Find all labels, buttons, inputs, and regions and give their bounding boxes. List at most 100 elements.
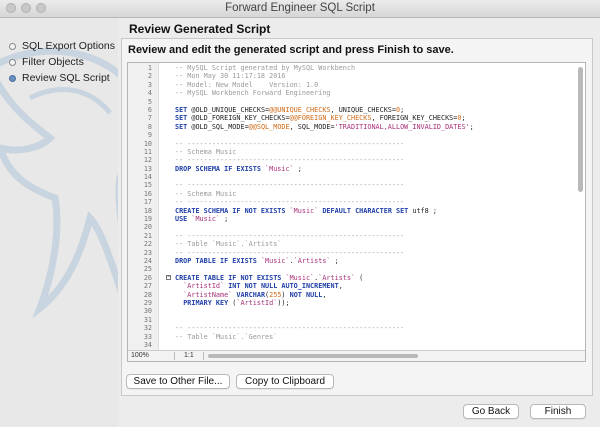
- sql-keyword: SET: [175, 105, 188, 114]
- code-line[interactable]: 26 − CREATE TABLE IF NOT EXISTS `Music`.`A…: [128, 274, 583, 282]
- line-number: 24: [143, 256, 152, 265]
- code-line[interactable]: 28 `ArtistName` VARCHAR(255) NOT NULL,: [128, 291, 583, 299]
- save-to-other-file-button[interactable]: Save to Other File...: [126, 374, 230, 389]
- sql-identifier: `Music`: [289, 206, 319, 215]
- line-code: -- Table `Music`.`Artists`: [175, 240, 281, 248]
- code-line[interactable]: 6 SET @OLD_UNIQUE_CHECKS=@@UNIQUE_CHECKS,…: [128, 106, 583, 114]
- sql-identifier: `Music`: [285, 273, 315, 282]
- line-number: 21: [143, 231, 152, 240]
- code-line[interactable]: 32 -- -----------------------------------…: [128, 324, 583, 332]
- sql-text: utf8 ;: [408, 206, 437, 215]
- line-number: 20: [143, 223, 152, 232]
- code-line[interactable]: 9: [128, 131, 583, 139]
- code-line[interactable]: 14: [128, 173, 583, 181]
- line-code: -- Mon May 30 11:17:18 2016: [175, 72, 286, 80]
- code-line[interactable]: 3 -- Model: New Model Version: 1.0: [128, 81, 583, 89]
- sql-comment: -- Table `Music`.`Genres`: [175, 332, 278, 341]
- code-line[interactable]: 8 SET @OLD_SQL_MODE=@@SQL_MODE, SQL_MODE=…: [128, 123, 583, 131]
- sql-identifier: `Music`: [260, 256, 290, 265]
- code-line[interactable]: 25: [128, 265, 583, 273]
- line-code: CREATE SCHEMA IF NOT EXISTS `Music` DEFA…: [175, 207, 437, 215]
- vertical-scrollbar[interactable]: [577, 65, 584, 351]
- copy-to-clipboard-button[interactable]: Copy to Clipboard: [236, 374, 334, 389]
- sql-keyword: PRIMARY KEY: [183, 298, 229, 307]
- code-line[interactable]: 17 -- -----------------------------------…: [128, 198, 583, 206]
- line-code: SET @OLD_SQL_MODE=@@SQL_MODE, SQL_MODE='…: [175, 123, 474, 131]
- line-code: -- -------------------------------------…: [175, 324, 404, 332]
- code-lines[interactable]: 1 -- MySQL Script generated by MySQL Work…: [128, 64, 583, 349]
- code-line[interactable]: 30: [128, 307, 583, 315]
- code-line[interactable]: 1 -- MySQL Script generated by MySQL Work…: [128, 64, 583, 72]
- code-line[interactable]: 21 -- -----------------------------------…: [128, 232, 583, 240]
- sql-comment: -- Table `Music`.`Artists`: [175, 240, 282, 249]
- code-line[interactable]: 13 DROP SCHEMA IF EXISTS `Music` ;: [128, 165, 583, 173]
- wizard-step-sql-export-options[interactable]: SQL Export Options: [9, 40, 115, 52]
- code-line[interactable]: 19 USE `Music` ;: [128, 215, 583, 223]
- line-code: PRIMARY KEY (`ArtistId`));: [175, 298, 289, 307]
- wizard-step-filter-objects[interactable]: Filter Objects: [9, 56, 84, 68]
- finish-button[interactable]: Finish: [530, 404, 586, 419]
- horizontal-scrollbar-thumb[interactable]: [208, 354, 418, 358]
- code-line[interactable]: 15 -- -----------------------------------…: [128, 181, 583, 189]
- code-line[interactable]: 23 -- -----------------------------------…: [128, 249, 583, 257]
- line-code: -- Schema Music: [175, 190, 236, 198]
- line-code: `ArtistId` INT NOT NULL AUTO_INCREMENT,: [175, 282, 343, 290]
- wizard-step-review-sql-script[interactable]: Review SQL Script: [9, 72, 110, 84]
- sql-keyword: CREATE TABLE IF NOT EXISTS: [175, 273, 282, 282]
- line-number: 8: [147, 122, 152, 131]
- line-code: -- Table `Music`.`Genres`: [175, 333, 277, 341]
- code-line[interactable]: 34: [128, 341, 583, 349]
- code-line[interactable]: 27 `ArtistId` INT NOT NULL AUTO_INCREMEN…: [128, 282, 583, 290]
- line-number: 3: [147, 80, 152, 89]
- sql-comment: -- Schema Music: [175, 147, 237, 156]
- code-line[interactable]: 12 -- -----------------------------------…: [128, 156, 583, 164]
- code-line[interactable]: 16 -- Schema Music: [128, 190, 583, 198]
- fold-toggle-icon[interactable]: −: [166, 274, 171, 280]
- sql-text: ;: [330, 256, 339, 265]
- code-line[interactable]: 11 -- Schema Music: [128, 148, 583, 156]
- code-line[interactable]: 7 SET @OLD_FOREIGN_KEY_CHECKS=@@FOREIGN_K…: [128, 114, 583, 122]
- code-line[interactable]: 18 CREATE SCHEMA IF NOT EXISTS `Music` DE…: [128, 207, 583, 215]
- zoom-level[interactable]: 100%: [131, 351, 171, 361]
- sql-comment: -- -------------------------------------…: [175, 139, 405, 148]
- sql-script-editor[interactable]: 1 -- MySQL Script generated by MySQL Work…: [127, 62, 586, 362]
- line-number: 26: [143, 273, 152, 282]
- sql-keyword: SET: [175, 122, 188, 131]
- line-number: 30: [143, 307, 152, 316]
- line-code: SET @OLD_UNIQUE_CHECKS=@@UNIQUE_CHECKS, …: [175, 106, 404, 114]
- go-back-button[interactable]: Go Back: [463, 404, 519, 419]
- sql-comment: -- -------------------------------------…: [175, 156, 405, 165]
- line-number: 14: [143, 173, 152, 182]
- sql-keyword: VARCHAR: [236, 290, 266, 299]
- code-line[interactable]: 5: [128, 98, 583, 106]
- code-line[interactable]: 31: [128, 316, 583, 324]
- line-number: 11: [143, 147, 152, 156]
- code-line[interactable]: 4 -- MySQL Workbench Forward Engineering: [128, 89, 583, 97]
- code-line[interactable]: 29 PRIMARY KEY (`ArtistId`));: [128, 299, 583, 307]
- sql-text: ): [281, 290, 290, 299]
- code-line[interactable]: 24 DROP TABLE IF EXISTS `Music`.`Artists`…: [128, 257, 583, 265]
- line-number: 17: [143, 198, 152, 207]
- sql-identifier: `ArtistId`: [236, 298, 278, 307]
- sql-identifier: `Artists`: [293, 256, 331, 265]
- line-number: 4: [147, 89, 152, 98]
- sql-identifier: `ArtistName`: [183, 290, 233, 299]
- sql-text: @OLD_FOREIGN_KEY_CHECKS=: [187, 114, 290, 123]
- code-line[interactable]: 33 -- Table `Music`.`Genres`: [128, 333, 583, 341]
- sql-text: ;: [469, 122, 474, 131]
- step-label: Review SQL Script: [22, 72, 110, 84]
- line-number: 34: [143, 340, 152, 349]
- code-line[interactable]: 10 -- -----------------------------------…: [128, 140, 583, 148]
- code-line[interactable]: 20: [128, 223, 583, 231]
- sql-text: ;: [400, 105, 405, 114]
- vertical-scrollbar-thumb[interactable]: [578, 67, 583, 192]
- step-status-icon: [9, 42, 16, 50]
- line-number: 19: [143, 215, 152, 224]
- sql-keyword: NOT NULL: [289, 290, 323, 299]
- code-line[interactable]: 2 -- Mon May 30 11:17:18 2016: [128, 72, 583, 80]
- line-number: 12: [143, 156, 152, 165]
- line-number: 5: [147, 97, 152, 106]
- code-line[interactable]: 22 -- Table `Music`.`Artists`: [128, 240, 583, 248]
- window-title: Forward Engineer SQL Script: [225, 2, 375, 14]
